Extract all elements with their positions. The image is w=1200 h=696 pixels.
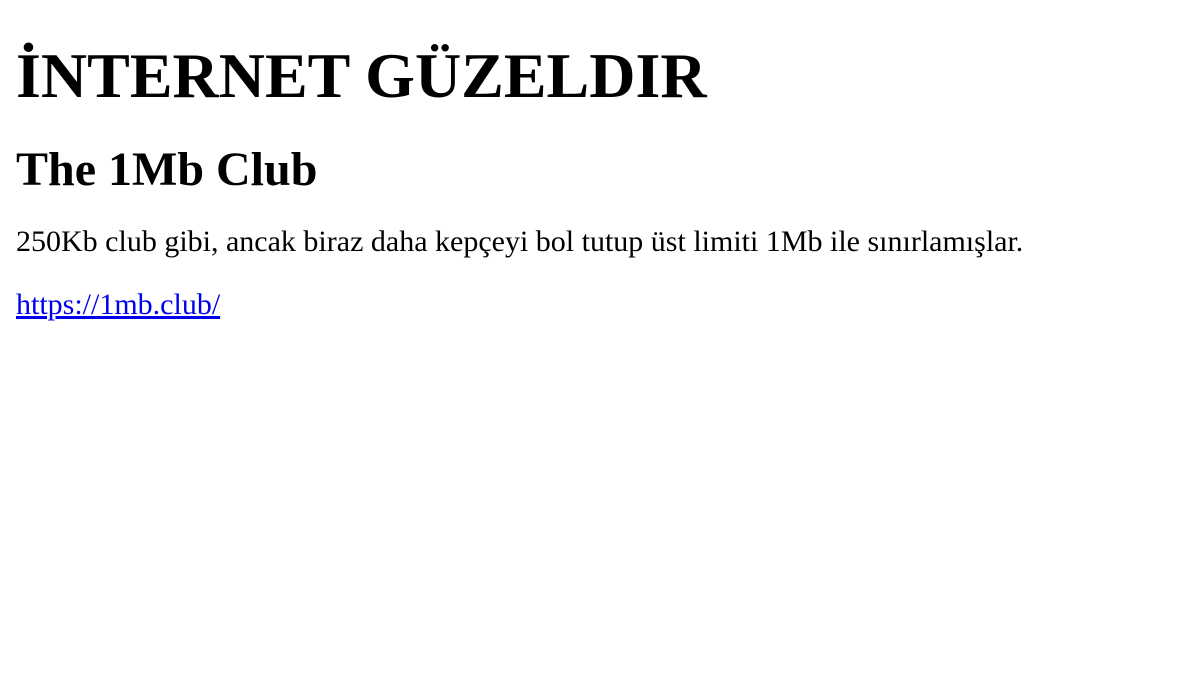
post-link-paragraph: https://1mb.club/ bbox=[16, 285, 1184, 324]
post-link[interactable]: https://1mb.club/ bbox=[16, 288, 220, 321]
post-title: The 1Mb Club bbox=[16, 142, 318, 196]
post-description: 250Kb club gibi, ancak biraz daha kepçey… bbox=[16, 225, 1024, 259]
site-title: İNTERNET GÜZELDIR bbox=[16, 40, 707, 111]
